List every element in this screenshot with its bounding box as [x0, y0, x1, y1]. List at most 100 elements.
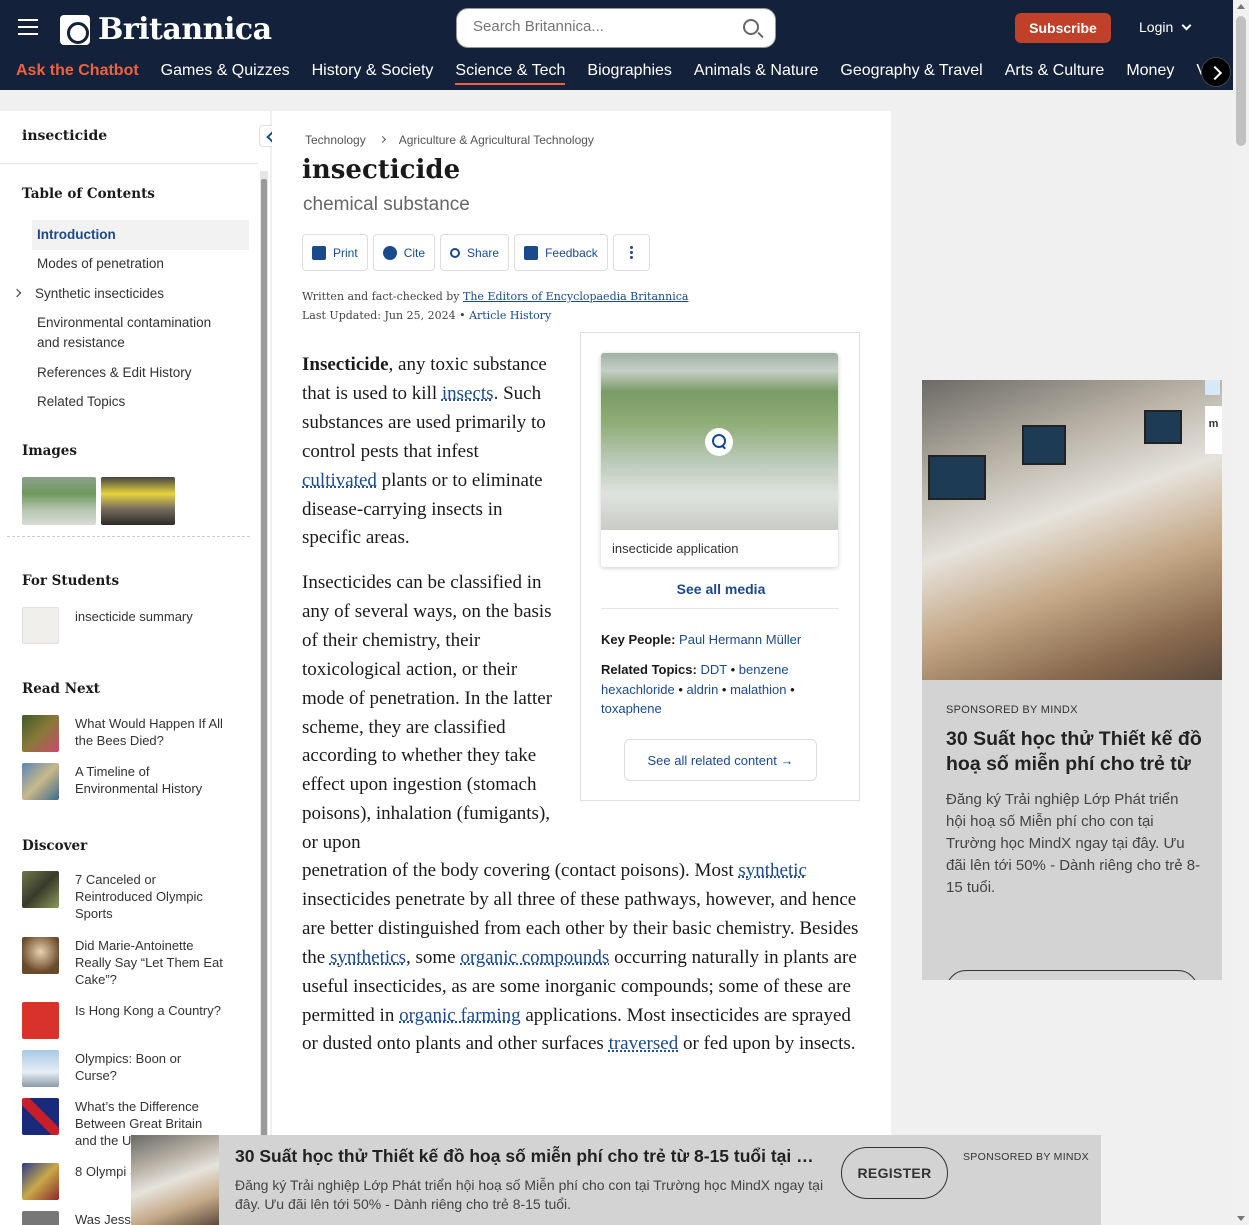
- discover-label: 7 Canceled or Reintroduced Olympic Sport…: [75, 872, 203, 921]
- print-label: Print: [333, 245, 358, 260]
- nav-games-quizzes[interactable]: Games & Quizzes: [161, 62, 290, 85]
- nav-scroll-right-icon[interactable]: [1201, 57, 1231, 87]
- banner-ad-image[interactable]: [131, 1135, 219, 1225]
- read-next-item[interactable]: What Would Happen If All the Bees Died?: [22, 715, 225, 752]
- discover-label: Is Hong Kong a Country?: [75, 1003, 221, 1018]
- ad-info-icon[interactable]: [1205, 380, 1220, 395]
- see-related-button[interactable]: See all related content →: [624, 739, 817, 781]
- traversed-link[interactable]: traversed: [609, 1033, 679, 1054]
- search-box[interactable]: [456, 8, 776, 48]
- insects-link[interactable]: insects: [442, 383, 494, 404]
- toc-introduction[interactable]: Introduction: [32, 220, 249, 250]
- register-button[interactable]: REGISTER: [841, 1147, 948, 1199]
- marie-antoinette-thumbnail: [22, 937, 59, 974]
- breadcrumb-agriculture[interactable]: Agriculture & Agricultural Technology: [399, 133, 594, 147]
- cite-button[interactable]: Cite: [372, 234, 436, 271]
- text: penetration of the body covering (contac…: [302, 860, 739, 881]
- student-summary-link[interactable]: insecticide summary: [22, 607, 225, 644]
- toc-references[interactable]: References & Edit History: [37, 363, 192, 383]
- menu-icon[interactable]: [18, 19, 38, 35]
- ad-cta-button[interactable]: [946, 970, 1198, 980]
- discover-thumbnail: [22, 1211, 59, 1225]
- page-scrollbar[interactable]: [1233, 0, 1249, 1225]
- article-toolbar: Print Cite Share Feedback: [302, 234, 650, 271]
- ad-choices-badge[interactable]: m: [1205, 406, 1222, 454]
- ad-image[interactable]: [922, 380, 1222, 680]
- chevron-right-icon: [378, 135, 386, 144]
- read-next-item[interactable]: A Timeline of Environmental History: [22, 763, 225, 800]
- text: , some: [405, 946, 461, 968]
- nav-money[interactable]: Money: [1126, 62, 1174, 85]
- ad-sponsor: SPONSORED BY MINDX: [946, 704, 1078, 716]
- related-malathion-link[interactable]: malathion: [730, 682, 786, 697]
- logo-text: Britannica: [98, 12, 272, 47]
- organic-farming-link[interactable]: organic farming: [399, 1005, 521, 1026]
- britannica-logo[interactable]: Britannica: [60, 12, 272, 47]
- login-button[interactable]: Login: [1139, 19, 1192, 35]
- breadcrumb: Technology Agriculture & Agricultural Te…: [305, 133, 594, 147]
- chevron-right-icon[interactable]: [12, 288, 22, 298]
- image-thumbnail-protest[interactable]: [101, 477, 175, 525]
- scrollbar-thumb[interactable]: [1236, 16, 1246, 146]
- search-input[interactable]: [473, 18, 733, 35]
- feedback-button[interactable]: Feedback: [514, 234, 608, 271]
- insecticide-application-image[interactable]: [601, 353, 838, 530]
- verified-badge-icon: [382, 245, 397, 260]
- nav-biographies[interactable]: Biographies: [587, 62, 672, 85]
- media-card[interactable]: insecticide application: [601, 353, 838, 567]
- sidebar-scroll-thumb[interactable]: [261, 179, 267, 1225]
- subscribe-button[interactable]: Subscribe: [1015, 13, 1111, 43]
- breadcrumb-technology[interactable]: Technology: [305, 133, 366, 147]
- ad-image-screen: [1144, 410, 1182, 444]
- toc-related-topics[interactable]: Related Topics: [37, 392, 125, 412]
- share-button[interactable]: Share: [440, 234, 510, 271]
- feedback-icon: [524, 245, 539, 260]
- search-icon[interactable]: [743, 19, 759, 35]
- ad-description: Đăng ký Trải nghiệp Lớp Phát triển hội h…: [946, 791, 1201, 896]
- related-aldrin-link[interactable]: aldrin: [687, 682, 719, 697]
- discover-item[interactable]: Is Hong Kong a Country?: [22, 1002, 225, 1039]
- nav-ask-chatbot[interactable]: Ask the Chatbot: [16, 62, 139, 85]
- zoom-in-icon[interactable]: [705, 428, 733, 456]
- sponsored-ad-banner[interactable]: 30 Suất học thử Thiết kế đồ hoạ số miễn …: [131, 1135, 1101, 1225]
- banner-ad-sponsor: SPONSORED BY MINDX: [963, 1151, 1089, 1163]
- discover-label: Did Marie-Antoinette Really Say “Let The…: [75, 938, 223, 987]
- article-history-link[interactable]: Article History: [469, 309, 551, 322]
- timeline-thumbnail: [22, 763, 59, 800]
- synthetics-link[interactable]: synthetics: [330, 947, 406, 968]
- toc-synthetic-insecticides[interactable]: Synthetic insecticides: [35, 284, 164, 304]
- editors-link[interactable]: The Editors of Encyclopaedia Britannica: [463, 290, 688, 303]
- discover-label: Olympics: Boon or Curse?: [75, 1051, 182, 1083]
- toc-modes-of-penetration[interactable]: Modes of penetration: [37, 254, 164, 274]
- related-toxaphene-link[interactable]: toxaphene: [601, 701, 662, 716]
- scroll-down-icon[interactable]: [1237, 1216, 1245, 1221]
- share-icon: [450, 247, 461, 258]
- toc-environmental-contamination[interactable]: Environmental contamination and resistan…: [37, 313, 237, 353]
- main-nav: Ask the Chatbot Games & Quizzes History …: [16, 62, 1207, 85]
- discover-item[interactable]: 7 Canceled or Reintroduced Olympic Sport…: [22, 871, 225, 922]
- printer-icon: [312, 245, 326, 260]
- scroll-up-icon[interactable]: [1237, 4, 1245, 9]
- key-person-link[interactable]: Paul Hermann Müller: [679, 632, 801, 647]
- related-ddt-link[interactable]: DDT: [700, 662, 726, 677]
- see-all-media-link[interactable]: See all media: [581, 581, 861, 597]
- synthetic-link[interactable]: synthetic: [738, 860, 807, 881]
- nav-geography-travel[interactable]: Geography & Travel: [840, 62, 982, 85]
- more-dots-icon: [629, 256, 633, 259]
- login-label: Login: [1139, 19, 1174, 35]
- more-options-button[interactable]: [612, 234, 650, 271]
- nav-science-tech[interactable]: Science & Tech: [455, 62, 566, 85]
- discover-item[interactable]: Did Marie-Antoinette Really Say “Let The…: [22, 937, 225, 988]
- banner-ad-title[interactable]: 30 Suất học thử Thiết kế đồ hoạ số miễn …: [235, 1146, 825, 1167]
- nav-history-society[interactable]: History & Society: [312, 62, 434, 85]
- organic-compounds-link[interactable]: organic compounds: [460, 947, 609, 968]
- image-thumbnail-insecticide-application[interactable]: [22, 477, 96, 525]
- sidebar-scrollbar[interactable]: [260, 171, 268, 1225]
- discover-item[interactable]: Olympics: Boon or Curse?: [22, 1050, 225, 1087]
- sponsored-ad-right[interactable]: m SPONSORED BY MINDX 30 Suất học thử Thi…: [922, 380, 1222, 980]
- print-button[interactable]: Print: [302, 234, 368, 271]
- cultivated-link[interactable]: cultivated: [302, 470, 377, 491]
- nav-animals-nature[interactable]: Animals & Nature: [694, 62, 819, 85]
- ad-title[interactable]: 30 Suất học thử Thiết kế đồ hoạ số miễn …: [946, 727, 1204, 777]
- nav-arts-culture[interactable]: Arts & Culture: [1005, 62, 1105, 85]
